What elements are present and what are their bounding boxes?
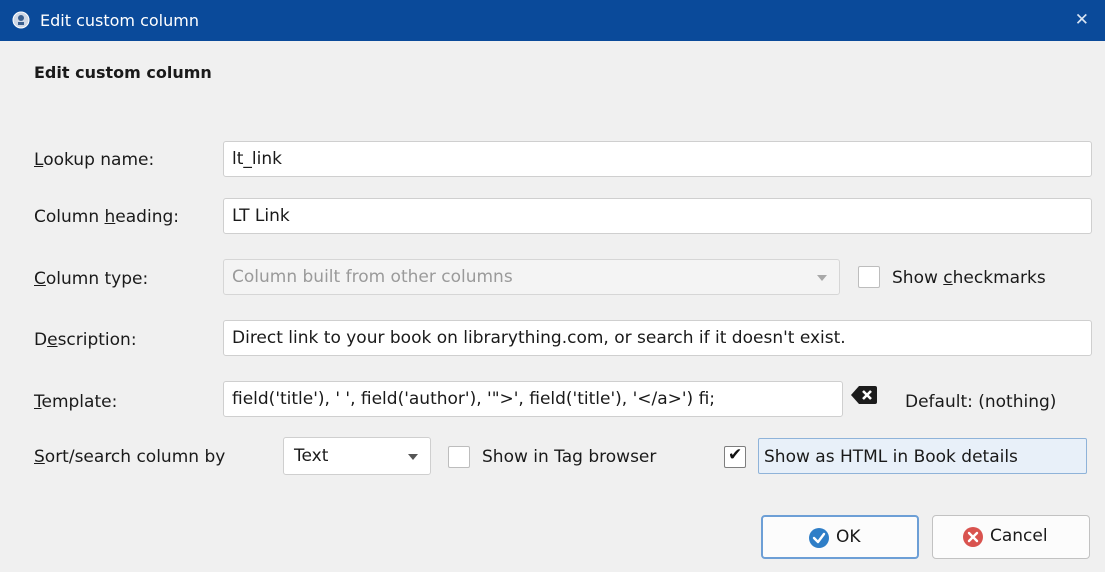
column-heading-label: Column heading: [34, 207, 179, 227]
template-input[interactable]: field('title'), ' ', field('author'), '"… [223, 381, 843, 417]
title-bar: Edit custom column ✕ [0, 0, 1105, 41]
description-label: Description: [34, 330, 137, 350]
show-checkmarks-label: Show checkmarks [892, 268, 1046, 288]
column-type-value: Column built from other columns [232, 267, 513, 287]
show-as-html-label: Show as HTML in Book details [764, 447, 1018, 467]
lookup-name-input[interactable]: lt_link [223, 141, 1092, 177]
ok-button[interactable]: OK [761, 515, 919, 559]
chevron-down-icon [408, 454, 418, 460]
show-in-tag-browser-checkbox[interactable] [448, 446, 470, 468]
template-default-text: Default: (nothing) [905, 392, 1057, 412]
column-type-select[interactable]: Column built from other columns [223, 259, 840, 295]
sort-search-select[interactable]: Text [283, 437, 431, 475]
app-icon [12, 11, 30, 29]
close-button[interactable]: ✕ [1075, 10, 1089, 30]
dialog-body [0, 41, 1105, 572]
show-in-tag-browser-label: Show in Tag browser [482, 447, 657, 467]
backspace-clear-icon[interactable] [851, 385, 877, 405]
show-checkmarks-checkbox[interactable] [858, 266, 880, 288]
check-circle-icon [809, 528, 829, 548]
cancel-button[interactable]: Cancel [932, 515, 1090, 559]
description-input[interactable]: Direct link to your book on librarything… [223, 320, 1092, 356]
template-label: Template: [34, 392, 118, 412]
form-heading: Edit custom column [34, 63, 212, 82]
x-circle-icon [963, 527, 983, 547]
column-heading-input[interactable]: LT Link [223, 198, 1092, 234]
sort-search-label: Sort/search column by [34, 447, 226, 467]
lookup-name-label: Lookup name: [34, 150, 155, 170]
sort-search-value: Text [294, 446, 329, 466]
show-as-html-checkbox[interactable] [724, 445, 746, 468]
window-title: Edit custom column [40, 11, 199, 30]
chevron-down-icon [817, 275, 827, 281]
column-type-label: Column type: [34, 269, 149, 289]
